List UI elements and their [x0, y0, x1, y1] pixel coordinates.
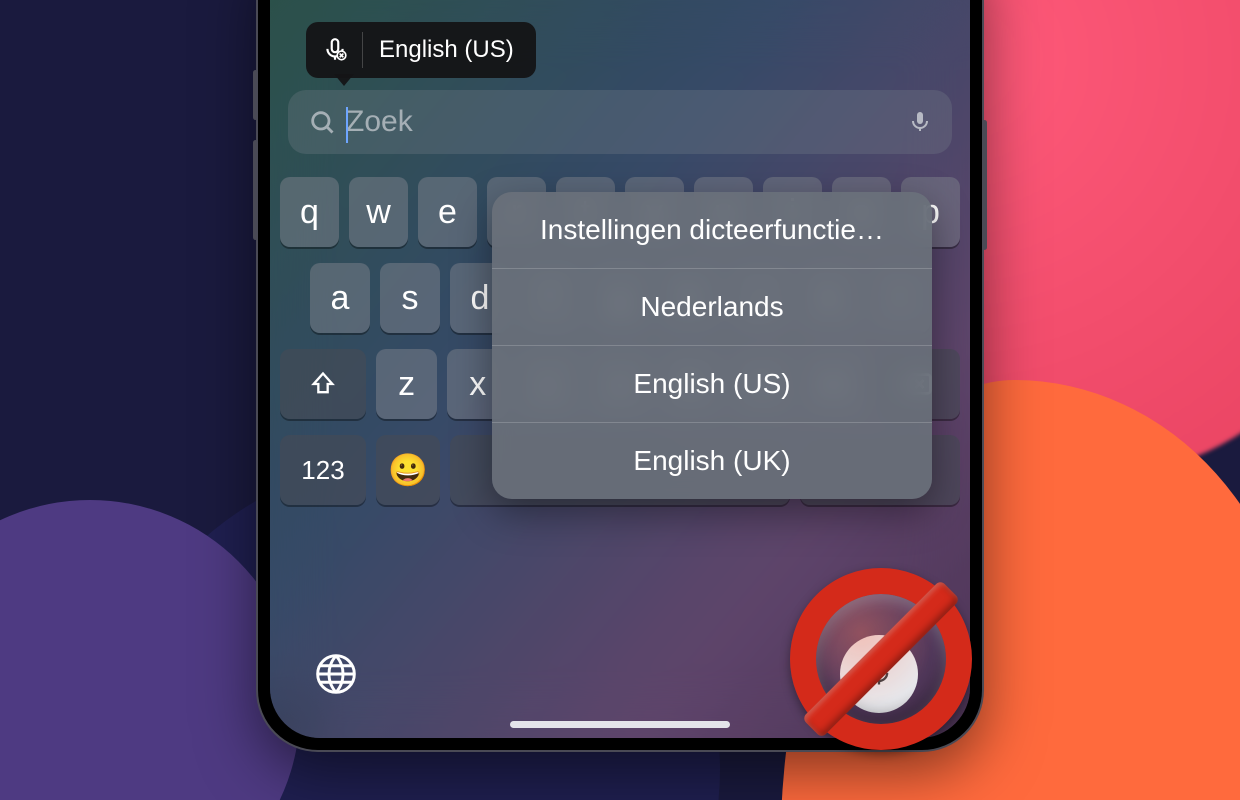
key-a[interactable]: a	[310, 263, 370, 333]
tooltip-tail	[334, 74, 354, 86]
tooltip-separator	[362, 32, 363, 68]
mic-icon[interactable]	[908, 107, 932, 137]
key-e[interactable]: e	[418, 177, 477, 247]
dictation-language-popover: Instellingen dicteerfunctie… Nederlands …	[492, 192, 932, 499]
phone-side-button	[982, 120, 987, 250]
popover-item-english-uk[interactable]: English (UK)	[492, 423, 932, 499]
search-icon	[308, 108, 336, 136]
home-indicator[interactable]	[510, 721, 730, 728]
phone-side-button	[253, 70, 258, 120]
popover-item-nederlands[interactable]: Nederlands	[492, 269, 932, 346]
phone-side-button	[253, 140, 258, 240]
numbers-key[interactable]: 123	[280, 435, 366, 505]
emoji-key[interactable]: 😀	[376, 435, 440, 505]
key-w[interactable]: w	[349, 177, 408, 247]
text-cursor	[346, 107, 348, 143]
key-z[interactable]: z	[376, 349, 437, 419]
popover-item-english-us[interactable]: English (US)	[492, 346, 932, 423]
mic-off-icon	[322, 37, 348, 63]
key-s[interactable]: s	[380, 263, 440, 333]
shift-key[interactable]	[280, 349, 366, 419]
prohibited-badge	[790, 568, 972, 750]
key-q[interactable]: q	[280, 177, 339, 247]
tooltip-language-label: English (US)	[379, 36, 514, 64]
globe-icon[interactable]	[314, 652, 358, 696]
dictation-tooltip: English (US)	[306, 22, 536, 78]
search-field[interactable]: Zoek	[288, 90, 952, 154]
prohibited-icon	[790, 568, 972, 750]
popover-item-settings[interactable]: Instellingen dicteerfunctie…	[492, 192, 932, 269]
search-placeholder: Zoek	[346, 105, 413, 139]
